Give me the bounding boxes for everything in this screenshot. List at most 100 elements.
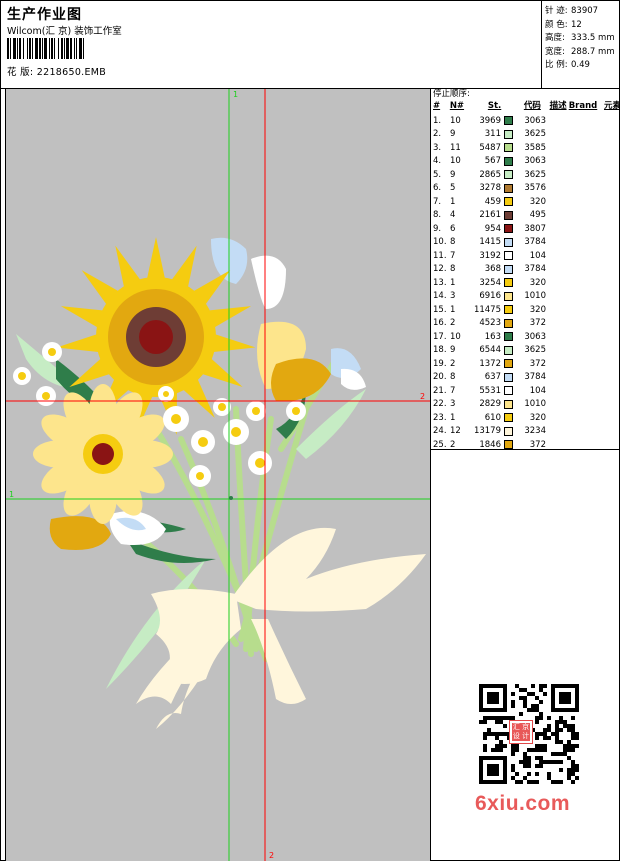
green-horizontal-label: 1 [9,490,14,499]
thread-swatch [504,156,516,166]
stop-code: 320 [529,277,546,288]
stop-needle: 6 [450,223,456,234]
stop-code: 3807 [524,223,546,234]
stop-row: 11. 7 3192 104 [433,249,620,263]
stop-row: 20. 8 637 3784 [433,371,620,385]
thread-swatch [504,386,516,396]
stop-row: 14. 3 6916 1010 [433,290,620,304]
stop-stitches: 1846 [479,439,501,450]
stop-index: 8. [433,210,442,221]
stop-needle: 1 [450,304,456,315]
stop-stitches: 1372 [479,358,501,369]
stop-code: 3063 [524,331,546,342]
thread-swatch [504,291,516,301]
stop-row: 9. 6 954 3807 [433,222,620,236]
stop-row: 13. 1 3254 320 [433,276,620,290]
stop-needle: 12 [450,426,461,437]
stop-code: 3784 [524,237,546,248]
stop-needle: 2 [450,358,456,369]
stop-stitches: 368 [484,264,501,275]
stat-colors: 颜 色: 12 [545,19,582,30]
stop-stitches: 3254 [479,277,501,288]
thread-swatch [504,264,516,274]
stop-needle: 2 [450,318,456,329]
stop-row: 22. 3 2829 1010 [433,398,620,412]
header-code: 代码 [523,101,541,111]
stop-needle: 7 [450,385,456,396]
thread-swatch [504,426,516,436]
stop-sequence-panel: 停止顺序: # N# St. 代码 描述 Brand 元素 1. 10 3969 30… [431,89,620,450]
stop-code: 3625 [524,169,546,180]
stop-index: 3. [433,142,442,153]
stop-stitches: 163 [484,331,501,342]
stop-code: 3625 [524,345,546,356]
stop-needle: 9 [450,169,456,180]
stop-index: 12. [433,264,447,275]
stop-sequence-header: # N# St. 代码 描述 Brand 元素 [433,100,620,114]
stop-row: 19. 2 1372 372 [433,357,620,371]
stop-row: 17. 10 163 3063 [433,330,620,344]
stop-row: 18. 9 6544 3625 [433,344,620,358]
stop-needle: 11 [450,142,461,153]
stop-index: 17. [433,331,447,342]
thread-swatch [504,251,516,261]
stop-index: 5. [433,169,442,180]
qr-logo: 汇 京 设 计 [509,720,533,744]
design-file: 花 版: 2218650.EMB [7,64,106,78]
stop-needle: 10 [450,331,461,342]
header-index: # [433,101,441,111]
stop-needle: 2 [450,439,456,450]
stop-stitches: 5487 [479,142,501,153]
stop-row: 21. 7 5531 104 [433,384,620,398]
stop-code: 104 [529,250,546,261]
thread-swatch [504,440,516,450]
barcode [7,38,141,59]
stop-code: 372 [529,358,546,369]
stop-row: 15. 1 11475 320 [433,303,620,317]
stop-row: 5. 9 2865 3625 [433,168,620,182]
stop-code: 3234 [524,426,546,437]
thread-swatch [504,116,516,126]
stop-index: 13. [433,277,447,288]
stop-stitches: 3969 [479,115,501,126]
stop-index: 22. [433,399,447,410]
qr-block: 汇 京 设 计 6xiu.com [471,682,587,816]
stop-code: 104 [529,385,546,396]
stop-needle: 8 [450,372,456,383]
stop-index: 16. [433,318,447,329]
stop-code: 320 [529,304,546,315]
stop-code: 3063 [524,115,546,126]
stop-row: 25. 2 1846 372 [433,438,620,452]
stop-code: 3585 [524,142,546,153]
red-horizontal-label: 2 [420,392,425,401]
stop-code: 320 [529,412,546,423]
stop-index: 7. [433,196,442,207]
stop-index: 25. [433,439,447,450]
header-element: 元素 [603,101,620,111]
design-filename: 2218650.EMB [36,67,107,78]
stop-needle: 10 [450,115,461,126]
stop-code: 372 [529,439,546,450]
stop-row: 16. 2 4523 372 [433,317,620,331]
stop-index: 23. [433,412,447,423]
thread-swatch [504,305,516,315]
stop-stitches: 4523 [479,318,501,329]
stop-needle: 3 [450,291,456,302]
stop-index: 15. [433,304,447,315]
thread-swatch [504,183,516,193]
stop-row: 24. 12 13179 3234 [433,425,620,439]
stop-code: 495 [529,210,546,221]
thread-swatch [504,399,516,409]
thread-swatch [504,224,516,234]
stop-row: 23. 1 610 320 [433,411,620,425]
header: 生产作业图 Wilcom(汇 京) 装饰工作室 花 版: 2218650.EMB… [1,1,620,89]
stop-index: 20. [433,372,447,383]
stop-stitches: 311 [484,129,501,140]
thread-swatch [504,359,516,369]
stop-needle: 7 [450,250,456,261]
stop-index: 14. [433,291,447,302]
stop-index: 1. [433,115,442,126]
thread-swatch [504,129,516,139]
stop-code: 1010 [524,291,546,302]
stop-code: 3576 [524,183,546,194]
